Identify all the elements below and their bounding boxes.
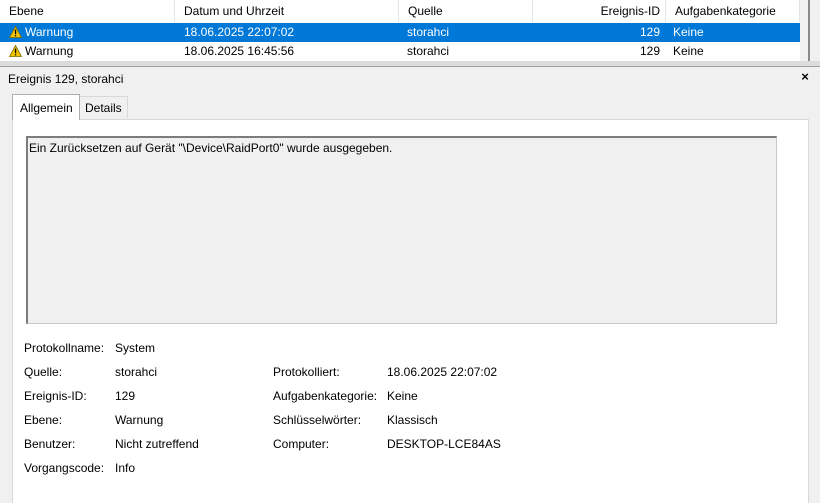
row-level: Warnung <box>25 44 74 58</box>
source-value: storahci <box>115 365 158 379</box>
warning-icon <box>9 26 22 38</box>
row-datetime: 18.06.2025 16:45:56 <box>184 44 295 58</box>
column-header-source[interactable]: Quelle <box>399 0 533 22</box>
source-label: Quelle: <box>24 365 63 379</box>
column-header-level[interactable]: Ebene <box>0 0 175 22</box>
table-row[interactable]: Warnung 18.06.2025 16:45:56 storahci 129… <box>0 42 800 61</box>
user-label: Benutzer: <box>24 437 76 451</box>
level-value: Warnung <box>115 413 164 427</box>
opcode-label: Vorgangscode: <box>24 461 105 475</box>
user-value: Nicht zutreffend <box>115 437 199 451</box>
column-header-event-id[interactable]: Ereignis-ID <box>533 0 666 22</box>
pane-title: Ereignis 129, storahci <box>8 72 124 86</box>
row-datetime: 18.06.2025 22:07:02 <box>184 25 295 39</box>
scrollbar-thumb[interactable] <box>808 0 810 61</box>
close-icon[interactable]: × <box>797 69 813 85</box>
computer-label: Computer: <box>273 437 330 451</box>
task-category-value: Keine <box>387 389 418 403</box>
keywords-value: Klassisch <box>387 413 438 427</box>
row-event-id: 129 <box>639 44 660 58</box>
row-level: Warnung <box>25 25 74 39</box>
column-header-datetime[interactable]: Datum und Uhrzeit <box>175 0 399 22</box>
logged-value: 18.06.2025 22:07:02 <box>387 365 498 379</box>
row-event-id: 129 <box>639 25 660 39</box>
tab-details[interactable]: Details <box>80 96 128 118</box>
warning-icon <box>9 45 22 57</box>
row-category: Keine <box>673 25 704 39</box>
event-id-value: 129 <box>115 389 136 403</box>
event-message: Ein Zurücksetzen auf Gerät "\Device\Raid… <box>29 141 393 155</box>
event-list[interactable]: Ebene Datum und Uhrzeit Quelle Ereignis-… <box>0 0 820 61</box>
log-name-value: System <box>115 341 156 355</box>
tab-general[interactable]: Allgemein <box>12 94 80 120</box>
row-source: storahci <box>407 44 450 58</box>
row-category: Keine <box>673 44 704 58</box>
keywords-label: Schlüsselwörter: <box>273 413 362 427</box>
logged-label: Protokolliert: <box>273 365 340 379</box>
table-row[interactable]: Warnung 18.06.2025 22:07:02 storahci 129… <box>0 23 800 42</box>
row-source: storahci <box>407 25 450 39</box>
column-header: Ebene Datum und Uhrzeit Quelle Ereignis-… <box>0 0 800 22</box>
level-label: Ebene: <box>24 413 63 427</box>
event-id-label: Ereignis-ID: <box>24 389 87 403</box>
task-category-label: Aufgabenkategorie: <box>273 389 378 403</box>
log-name-label: Protokollname: <box>24 341 105 355</box>
column-header-category[interactable]: Aufgabenkategorie <box>666 0 800 22</box>
computer-value: DESKTOP-LCE84AS <box>387 437 501 451</box>
event-message-box[interactable] <box>26 136 777 324</box>
splitter[interactable] <box>0 61 820 67</box>
vertical-scrollbar[interactable] <box>800 0 820 61</box>
opcode-value: Info <box>115 461 136 475</box>
